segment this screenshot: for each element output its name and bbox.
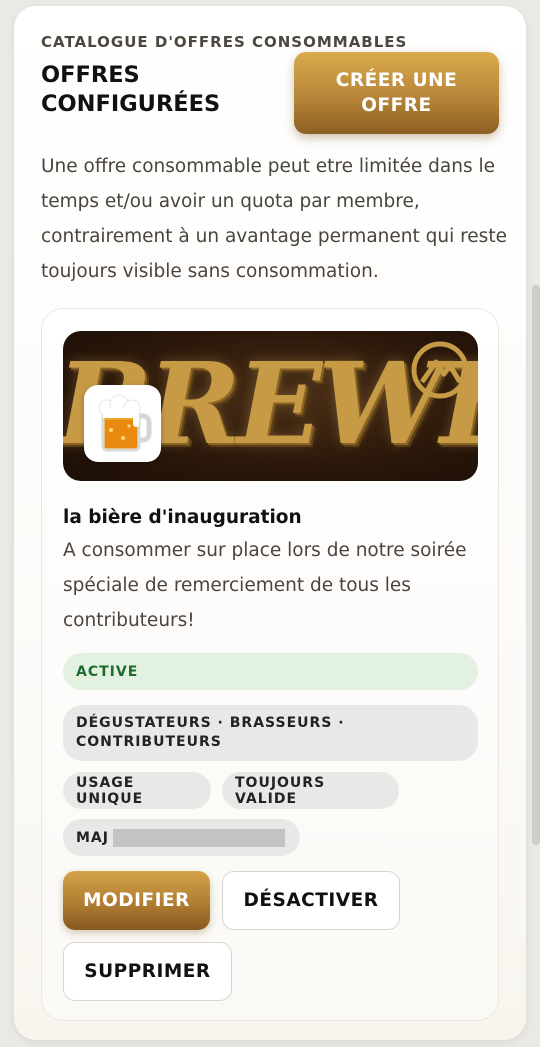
catalog-eyebrow: CATALOGUE D'OFFRES CONSOMMABLES [41, 33, 408, 51]
mountain-logo-icon [411, 341, 469, 399]
updated-badge: MAJ [63, 819, 300, 856]
beer-emoji-tile [84, 385, 161, 462]
offer-banner-image: BREWERS [63, 331, 478, 481]
offer-card: BREWERS [41, 308, 499, 1021]
redacted-date [112, 828, 285, 847]
page-title: OFFRES CONFIGURÉES [41, 62, 221, 117]
beer-mug-icon [98, 394, 151, 451]
disable-offer-button[interactable]: DÉSACTIVER [222, 871, 400, 930]
status-badge: ACTIVE [63, 653, 478, 690]
intro-text: Une offre consommable peut etre limitée … [41, 156, 507, 282]
offer-title: la bière d'inauguration [63, 507, 302, 528]
offers-card: CATALOGUE D'OFFRES CONSOMMABLES OFFRES C… [14, 6, 526, 1040]
usage-badge: USAGE UNIQUE [63, 772, 211, 809]
validity-badge: TOUJOURS VALIDE [222, 772, 399, 809]
edit-offer-button[interactable]: MODIFIER [63, 871, 210, 930]
delete-offer-button[interactable]: SUPPRIMER [63, 942, 232, 1001]
offer-description: A consommer sur place lors de notre soir… [63, 540, 467, 631]
create-offer-button[interactable]: CRÉER UNE OFFRE [294, 52, 499, 134]
page-scrollbar[interactable] [532, 285, 540, 845]
audience-badge: DÉGUSTATEURS · BRASSEURS · CONTRIBUTEURS [63, 705, 478, 761]
updated-label: MAJ [76, 829, 109, 846]
